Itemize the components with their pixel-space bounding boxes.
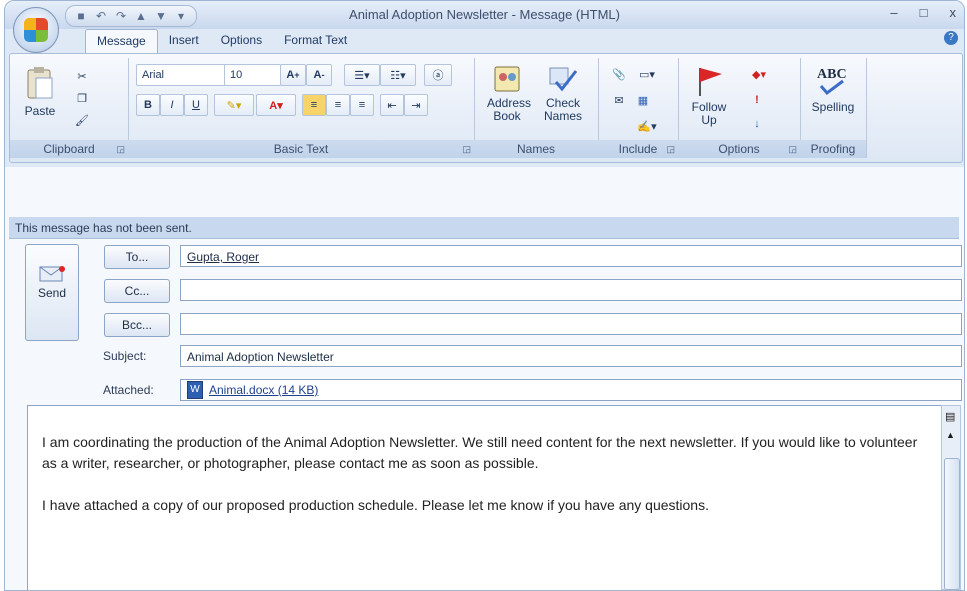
decrease-indent-icon[interactable]: ⇤ bbox=[380, 94, 404, 116]
maximize-button[interactable]: □ bbox=[920, 5, 928, 20]
follow-up-button[interactable]: Follow Up bbox=[684, 64, 734, 127]
bold-icon[interactable]: B bbox=[136, 94, 160, 116]
proofing-group-label: Proofing bbox=[800, 140, 866, 158]
tab-insert[interactable]: Insert bbox=[158, 29, 210, 53]
office-button[interactable] bbox=[13, 7, 59, 53]
proofing-group: ABC Spelling Proofing bbox=[800, 58, 867, 158]
title-bar: ■ ↶ ↷ ▲ ▼ ▾ Animal Adoption Newsletter -… bbox=[5, 1, 964, 29]
check-names-icon bbox=[549, 67, 578, 92]
paste-label: Paste bbox=[24, 104, 56, 118]
address-book-label: Address Book bbox=[487, 96, 532, 123]
body-paragraph: I have attached a copy of our proposed p… bbox=[42, 497, 709, 513]
increase-indent-icon[interactable]: ⇥ bbox=[404, 94, 428, 116]
basic-text-group: Arial 10 A + A- ☰▾ ☷▾ ⓐ B I U ✎▾ A▾ ≡ ≡ ≡… bbox=[128, 58, 475, 158]
attach-file-icon[interactable]: 📎 bbox=[608, 64, 630, 84]
attach-item-icon[interactable]: ✉ bbox=[608, 90, 630, 110]
close-button[interactable]: x bbox=[950, 5, 957, 20]
clipboard-group-label: Clipboard bbox=[10, 140, 128, 158]
office-logo-icon bbox=[24, 18, 48, 42]
vertical-scrollbar[interactable]: ▤ ▲ bbox=[941, 405, 961, 590]
svg-text:ABC: ABC bbox=[817, 67, 847, 82]
bcc-field[interactable] bbox=[180, 313, 962, 335]
tab-message[interactable]: Message bbox=[85, 29, 158, 54]
names-group: Address Book Check Names Names bbox=[474, 58, 599, 158]
underline-icon[interactable]: U bbox=[184, 94, 208, 116]
paste-button[interactable]: Paste bbox=[20, 66, 60, 118]
options-group: Follow Up ◆▾ ! ↓ Options ◲ bbox=[678, 58, 801, 158]
bcc-button[interactable]: Bcc... bbox=[104, 313, 170, 337]
clear-formatting-icon[interactable]: ⓐ bbox=[424, 64, 452, 86]
to-field[interactable]: Gupta, Roger bbox=[180, 245, 962, 267]
categorize-icon[interactable]: ◆▾ bbox=[746, 64, 772, 84]
send-label: Send bbox=[37, 286, 67, 300]
address-book-button[interactable]: Address Book bbox=[480, 64, 534, 123]
font-name-combo[interactable]: Arial bbox=[136, 64, 227, 86]
shrink-font-icon[interactable]: A- bbox=[306, 64, 332, 86]
dialog-launcher-icon[interactable]: ◲ bbox=[116, 144, 125, 155]
options-group-label: Options bbox=[678, 140, 800, 158]
signature-icon[interactable]: ✍▾ bbox=[632, 116, 662, 136]
window-controls: – □ x bbox=[890, 5, 956, 20]
tab-format-text[interactable]: Format Text bbox=[273, 29, 358, 53]
align-right-icon[interactable]: ≡ bbox=[350, 94, 374, 116]
ribbon: Paste ✂ ❐ 🖌 Clipboard ◲ Arial 10 A + A- ☰… bbox=[9, 53, 963, 163]
low-importance-icon[interactable]: ↓ bbox=[746, 114, 768, 134]
cut-icon[interactable]: ✂ bbox=[72, 66, 92, 86]
font-size-combo[interactable]: 10 bbox=[224, 64, 281, 86]
align-center-icon[interactable]: ≡ bbox=[326, 94, 350, 116]
align-left-icon[interactable]: ≡ bbox=[302, 94, 326, 116]
names-group-label: Names bbox=[474, 140, 598, 158]
include-group: 📎 ▭▾ ✉ ▦ ✍▾ Include ◲ bbox=[598, 58, 679, 158]
address-book-icon bbox=[494, 66, 520, 92]
body-paragraph: I am coordinating the production of the … bbox=[42, 434, 918, 471]
outlook-message-window: ■ ↶ ↷ ▲ ▼ ▾ Animal Adoption Newsletter -… bbox=[4, 0, 965, 591]
word-document-icon: W bbox=[187, 381, 203, 399]
follow-up-label: Follow Up bbox=[691, 100, 727, 127]
clipboard-group: Paste ✂ ❐ 🖌 Clipboard ◲ bbox=[10, 58, 129, 158]
flag-icon bbox=[699, 68, 722, 96]
business-card-icon[interactable]: ▭▾ bbox=[632, 64, 662, 84]
dialog-launcher-icon[interactable]: ◲ bbox=[666, 144, 675, 155]
cc-button[interactable]: Cc... bbox=[104, 279, 170, 303]
to-button[interactable]: To... bbox=[104, 245, 170, 269]
format-painter-icon[interactable]: 🖌 bbox=[72, 110, 92, 130]
ribbon-tabs: Message Insert Options Format Text bbox=[85, 29, 358, 54]
copy-icon[interactable]: ❐ bbox=[72, 88, 92, 108]
attached-label: Attached: bbox=[103, 383, 154, 397]
check-names-label: Check Names bbox=[543, 96, 582, 123]
spelling-check-icon: ABC bbox=[817, 67, 847, 96]
check-names-button[interactable]: Check Names bbox=[536, 64, 590, 123]
ruler-toggle-icon[interactable]: ▤ bbox=[945, 410, 955, 423]
calendar-icon[interactable]: ▦ bbox=[632, 90, 654, 110]
italic-icon[interactable]: I bbox=[160, 94, 184, 116]
minimize-button[interactable]: – bbox=[890, 5, 897, 20]
high-importance-icon[interactable]: ! bbox=[746, 90, 768, 110]
attached-field: W Animal.docx (14 KB) bbox=[180, 379, 962, 401]
cc-field[interactable] bbox=[180, 279, 962, 301]
subject-label: Subject: bbox=[103, 349, 147, 363]
dialog-launcher-icon[interactable]: ◲ bbox=[788, 144, 797, 155]
message-body[interactable]: I am coordinating the production of the … bbox=[27, 405, 943, 590]
attachment-link[interactable]: Animal.docx (14 KB) bbox=[209, 379, 318, 401]
font-color-icon[interactable]: A▾ bbox=[256, 94, 296, 116]
subject-field[interactable]: Animal Adoption Newsletter bbox=[180, 345, 962, 367]
highlight-icon[interactable]: ✎▾ bbox=[214, 94, 254, 116]
grow-font-icon[interactable]: A + bbox=[280, 64, 306, 86]
tab-options[interactable]: Options bbox=[210, 29, 273, 53]
scroll-up-icon[interactable]: ▲ bbox=[946, 430, 955, 440]
numbering-icon[interactable]: ☷▾ bbox=[380, 64, 416, 86]
paste-icon bbox=[27, 67, 53, 99]
info-bar: This message has not been sent. bbox=[9, 217, 959, 239]
help-icon[interactable]: ? bbox=[944, 31, 958, 45]
basic-text-group-label: Basic Text bbox=[128, 140, 474, 158]
window-title: Animal Adoption Newsletter - Message (HT… bbox=[349, 7, 620, 22]
scrollbar-thumb[interactable] bbox=[944, 458, 960, 590]
dialog-launcher-icon[interactable]: ◲ bbox=[462, 144, 471, 155]
send-icon bbox=[26, 265, 78, 286]
spelling-label: Spelling bbox=[811, 100, 855, 114]
spelling-button[interactable]: ABC Spelling bbox=[804, 64, 862, 114]
send-button[interactable]: Send bbox=[25, 244, 79, 341]
bullets-icon[interactable]: ☰▾ bbox=[344, 64, 380, 86]
